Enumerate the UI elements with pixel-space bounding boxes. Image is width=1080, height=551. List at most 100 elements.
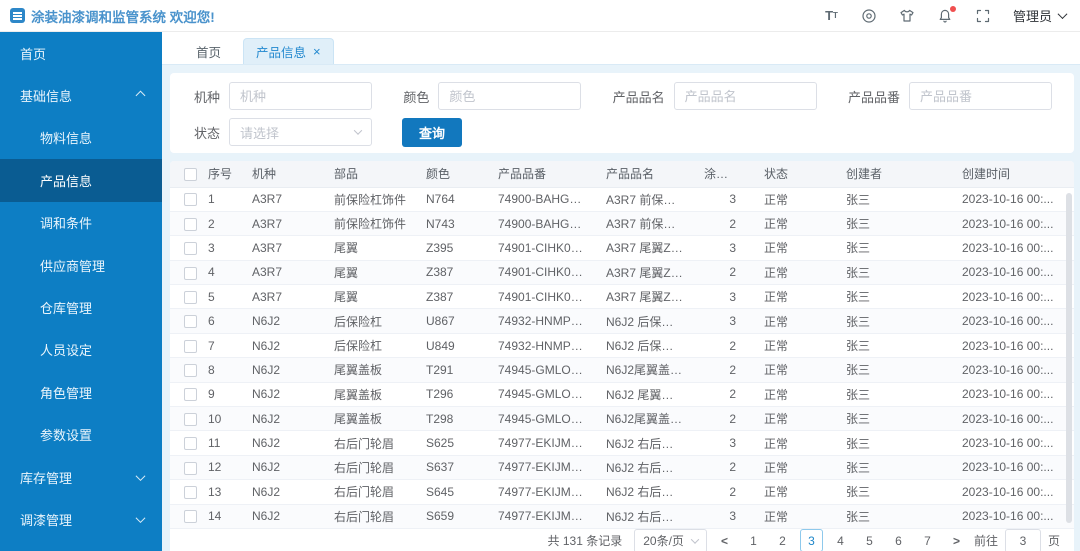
cell-creator: 张三	[836, 235, 952, 261]
cell-index: 1	[198, 187, 242, 212]
cell-part: 前保险杠饰件	[324, 187, 416, 212]
field-label: 产品品番	[847, 89, 900, 105]
row-checkbox[interactable]	[184, 290, 197, 304]
cell-coats: 2	[694, 455, 754, 481]
color-input[interactable]	[438, 82, 582, 110]
sidebar-item-产品信息[interactable]: 产品信息	[0, 159, 162, 202]
cell-color: U867	[416, 308, 488, 334]
machine-type-input[interactable]	[229, 82, 373, 110]
cell-model: A3R7	[242, 187, 324, 212]
sidebar-item-label: 仓库管理	[40, 301, 93, 317]
sidebar-menu: 首页基础信息物料信息 产品信息 调和条件 供应商管理仓库管理人员设定角色管理参数设置库…	[0, 32, 162, 541]
page-content: 机种 颜色 产品品名 产品品番	[162, 65, 1080, 551]
page-button-2[interactable]: 2	[771, 529, 794, 551]
row-checkbox[interactable]	[184, 412, 197, 426]
next-page-button[interactable]: >	[951, 534, 962, 548]
product-number-input[interactable]	[909, 82, 1052, 110]
select-all-checkbox[interactable]	[184, 167, 197, 181]
cell-part-name: N6J2 右后门轮...	[596, 479, 694, 505]
cell-creator: 张三	[836, 284, 952, 310]
table-row: 3 A3R7 尾翼 Z395 74901-CIHK00... A3R7 尾翼Z395...…	[170, 235, 1074, 261]
tab-home[interactable]: 首页	[184, 38, 233, 64]
goto-page: 前往 页	[974, 528, 1060, 551]
cell-part-number: 74977-EKIJM0...	[488, 504, 596, 529]
row-checkbox[interactable]	[184, 242, 197, 256]
filter-status: 状态 请选择	[194, 118, 372, 146]
cell-model: N6J2	[242, 333, 324, 359]
table-scrollbar[interactable]	[1066, 193, 1072, 523]
field-label: 产品品名	[612, 89, 665, 105]
sidebar-item-人员设定[interactable]: 人员设定	[0, 329, 162, 371]
row-checkbox[interactable]	[184, 217, 197, 231]
sidebar-item-参数设置[interactable]: 参数设置	[0, 414, 162, 456]
sidebar-item-首页[interactable]: 首页	[0, 32, 162, 74]
row-checkbox[interactable]	[184, 486, 197, 500]
page-size-select[interactable]: 20条/页	[634, 528, 707, 551]
row-checkbox[interactable]	[184, 510, 197, 524]
page-button-5[interactable]: 5	[858, 529, 881, 551]
cell-model: N6J2	[242, 504, 324, 529]
fullscreen-icon[interactable]	[975, 7, 992, 24]
prev-page-button[interactable]: <	[719, 534, 730, 548]
chevron-down-icon	[690, 535, 700, 544]
theme-shirt-icon[interactable]	[899, 7, 916, 24]
sidebar-item-仓库管理[interactable]: 仓库管理	[0, 286, 162, 328]
sidebar-item-角色管理[interactable]: 角色管理	[0, 371, 162, 413]
table-row: 9 N6J2 尾翼盖板 T296 74945-GMLO0... N6J2 尾翼盖板... 2…	[170, 382, 1074, 408]
row-checkbox[interactable]	[184, 388, 197, 402]
text-size-icon[interactable]: TT	[823, 7, 840, 24]
sidebar-item-label: 角色管理	[40, 385, 93, 401]
chevron-down-icon	[135, 470, 146, 481]
row-checkbox[interactable]	[184, 266, 197, 280]
page-button-7[interactable]: 7	[916, 529, 939, 551]
cell-created-at: 2023-10-16 00:...	[952, 479, 1074, 505]
cell-part-name: N6J2 后保险杠...	[596, 333, 694, 359]
row-checkbox[interactable]	[184, 193, 197, 207]
row-checkbox[interactable]	[184, 315, 197, 329]
sidebar-item-label: 基础信息	[20, 89, 73, 105]
product-name-input[interactable]	[673, 82, 817, 110]
sidebar-item-物料信息[interactable]: 物料信息	[0, 117, 162, 159]
cell-coats: 3	[694, 504, 754, 529]
sidebar-item-调漆管理[interactable]: 调漆管理	[0, 498, 162, 540]
user-menu[interactable]: 管理员	[1013, 6, 1068, 25]
field-label: 机种	[194, 89, 221, 105]
sidebar-item-label: 库存管理	[20, 470, 73, 486]
filter-machine-type: 机种	[194, 82, 373, 110]
close-icon[interactable]: ×	[313, 45, 321, 58]
cell-model: N6J2	[242, 308, 324, 334]
search-button[interactable]: 查询	[402, 117, 463, 147]
row-checkbox[interactable]	[184, 437, 197, 451]
cell-index: 8	[198, 357, 242, 383]
row-checkbox[interactable]	[184, 364, 197, 378]
col-coats: 涂装次	[694, 161, 754, 188]
brand: 涂装油漆调和监管系统 欢迎您!	[10, 6, 215, 26]
sidebar-item-库存管理[interactable]: 库存管理	[0, 456, 162, 498]
status-select[interactable]: 请选择	[229, 118, 372, 146]
page-button-6[interactable]: 6	[887, 529, 910, 551]
table-row: 8 N6J2 尾翼盖板 T291 74945-GMLO0... N6J2尾翼盖板... 2 正…	[170, 357, 1074, 383]
page-button-3[interactable]: 3	[799, 529, 823, 551]
chevron-down-icon	[135, 513, 146, 524]
target-icon[interactable]	[861, 7, 878, 24]
tab-product-info[interactable]: 产品信息 ×	[243, 38, 334, 64]
goto-page-input[interactable]	[1004, 528, 1041, 551]
cell-coats: 2	[694, 260, 754, 286]
page-button-1[interactable]: 1	[742, 529, 765, 551]
cell-index: 12	[198, 455, 242, 481]
cell-part-name: N6J2 后保险杠...	[596, 308, 694, 334]
main-area: 首页 产品信息 × 机种 颜色 产品品	[162, 32, 1080, 551]
cell-color: S625	[416, 430, 488, 456]
sidebar-item-基础信息[interactable]: 基础信息	[0, 74, 162, 116]
notification-bell-icon[interactable]	[937, 6, 956, 24]
sidebar-item-供应商管理[interactable]: 供应商管理	[0, 244, 162, 286]
row-checkbox[interactable]	[184, 339, 197, 353]
page-button-4[interactable]: 4	[829, 529, 852, 551]
sidebar-item-调和条件[interactable]: 调和条件	[0, 202, 162, 244]
cell-part-number: 74977-EKIJM0...	[488, 479, 596, 505]
table-row: 7 N6J2 后保险杠 U849 74932-HNMP0... N6J2 后保险杠... 2…	[170, 333, 1074, 359]
cell-part: 后保险杠	[324, 333, 416, 359]
row-checkbox[interactable]	[184, 461, 197, 475]
product-table: 序号 机种 部品 颜色 产品品番 产品品名 涂装次 状态 创建者 创建时间 1A	[170, 161, 1074, 529]
col-part: 部品	[324, 161, 416, 188]
